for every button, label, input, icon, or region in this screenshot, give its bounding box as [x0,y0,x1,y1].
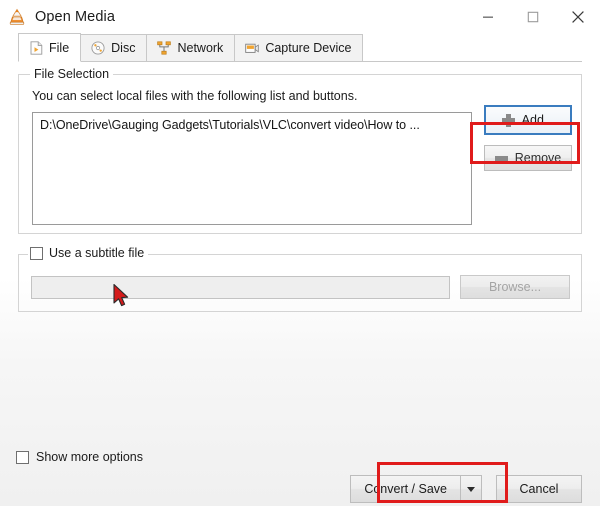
file-selection-group: File Selection You can select local file… [18,67,582,234]
tab-network[interactable]: Network [146,34,236,61]
add-button-label: Add... [521,113,555,127]
minimize-icon [482,16,493,18]
list-item[interactable]: D:\OneDrive\Gauging Gadgets\Tutorials\VL… [33,113,471,132]
tab-strip: File Disc Network Capture Device [18,33,582,62]
add-button[interactable]: Add... [484,105,572,135]
dialog-body: File Selection You can select local file… [0,62,600,444]
tab-disc-label: Disc [111,41,136,55]
show-more-options-label: Show more options [36,450,144,464]
file-icon [29,40,43,55]
network-icon [157,41,172,55]
file-list[interactable]: D:\OneDrive\Gauging Gadgets\Tutorials\VL… [32,112,472,225]
tab-network-label: Network [177,41,224,55]
window-controls [465,0,600,33]
open-media-dialog: Open Media File Disc Network Capture Dev… [0,0,600,506]
capture-device-icon [245,41,260,55]
minus-icon [494,155,508,161]
use-subtitle-checkbox[interactable]: Use a subtitle file [28,246,149,260]
show-more-options-checkbox[interactable]: Show more options [16,450,143,464]
dialog-footer: Show more options Convert / Save Cancel [0,444,600,506]
convert-save-button[interactable]: Convert / Save [350,475,460,503]
close-button[interactable] [555,0,600,33]
file-action-buttons: Add... Remove [484,105,572,171]
footer-buttons: Convert / Save Cancel [350,475,582,503]
tab-file-label: File [49,40,70,55]
convert-save-split-button[interactable]: Convert / Save [350,475,482,503]
subtitle-group: Use a subtitle file Browse... [18,246,582,312]
disc-icon [91,41,105,55]
cancel-button-label: Cancel [519,482,559,496]
use-subtitle-label: Use a subtitle file [49,246,145,260]
browse-button[interactable]: Browse... [460,275,570,299]
close-icon [571,10,584,23]
maximize-icon [527,11,538,22]
subtitle-path-row: Browse... [31,275,570,299]
remove-button-label: Remove [514,151,562,165]
tab-capture-device[interactable]: Capture Device [234,34,364,61]
tab-capture-device-label: Capture Device [265,41,352,55]
maximize-button[interactable] [510,0,555,33]
file-selection-legend: File Selection [30,67,114,81]
convert-save-dropdown-button[interactable] [460,475,482,503]
vlc-cone-icon [8,8,26,26]
tab-disc[interactable]: Disc [80,34,148,61]
title-bar-left: Open Media [0,8,115,26]
browse-button-label: Browse... [488,280,542,294]
tab-file[interactable]: File [18,33,82,62]
minimize-button[interactable] [465,0,510,33]
subtitle-path-input[interactable] [31,275,450,299]
cancel-button[interactable]: Cancel [496,475,582,503]
plus-icon [501,113,515,127]
tab-strip-wrapper: File Disc Network Capture Device [0,33,600,62]
title-bar: Open Media [0,0,600,33]
remove-button[interactable]: Remove [484,145,572,171]
file-selection-hint: You can select local files with the foll… [32,89,358,103]
checkbox-box[interactable] [16,450,29,464]
convert-save-label: Convert / Save [364,482,447,496]
checkbox-box[interactable] [30,246,43,260]
chevron-down-icon [467,486,475,492]
window-title: Open Media [35,8,115,25]
